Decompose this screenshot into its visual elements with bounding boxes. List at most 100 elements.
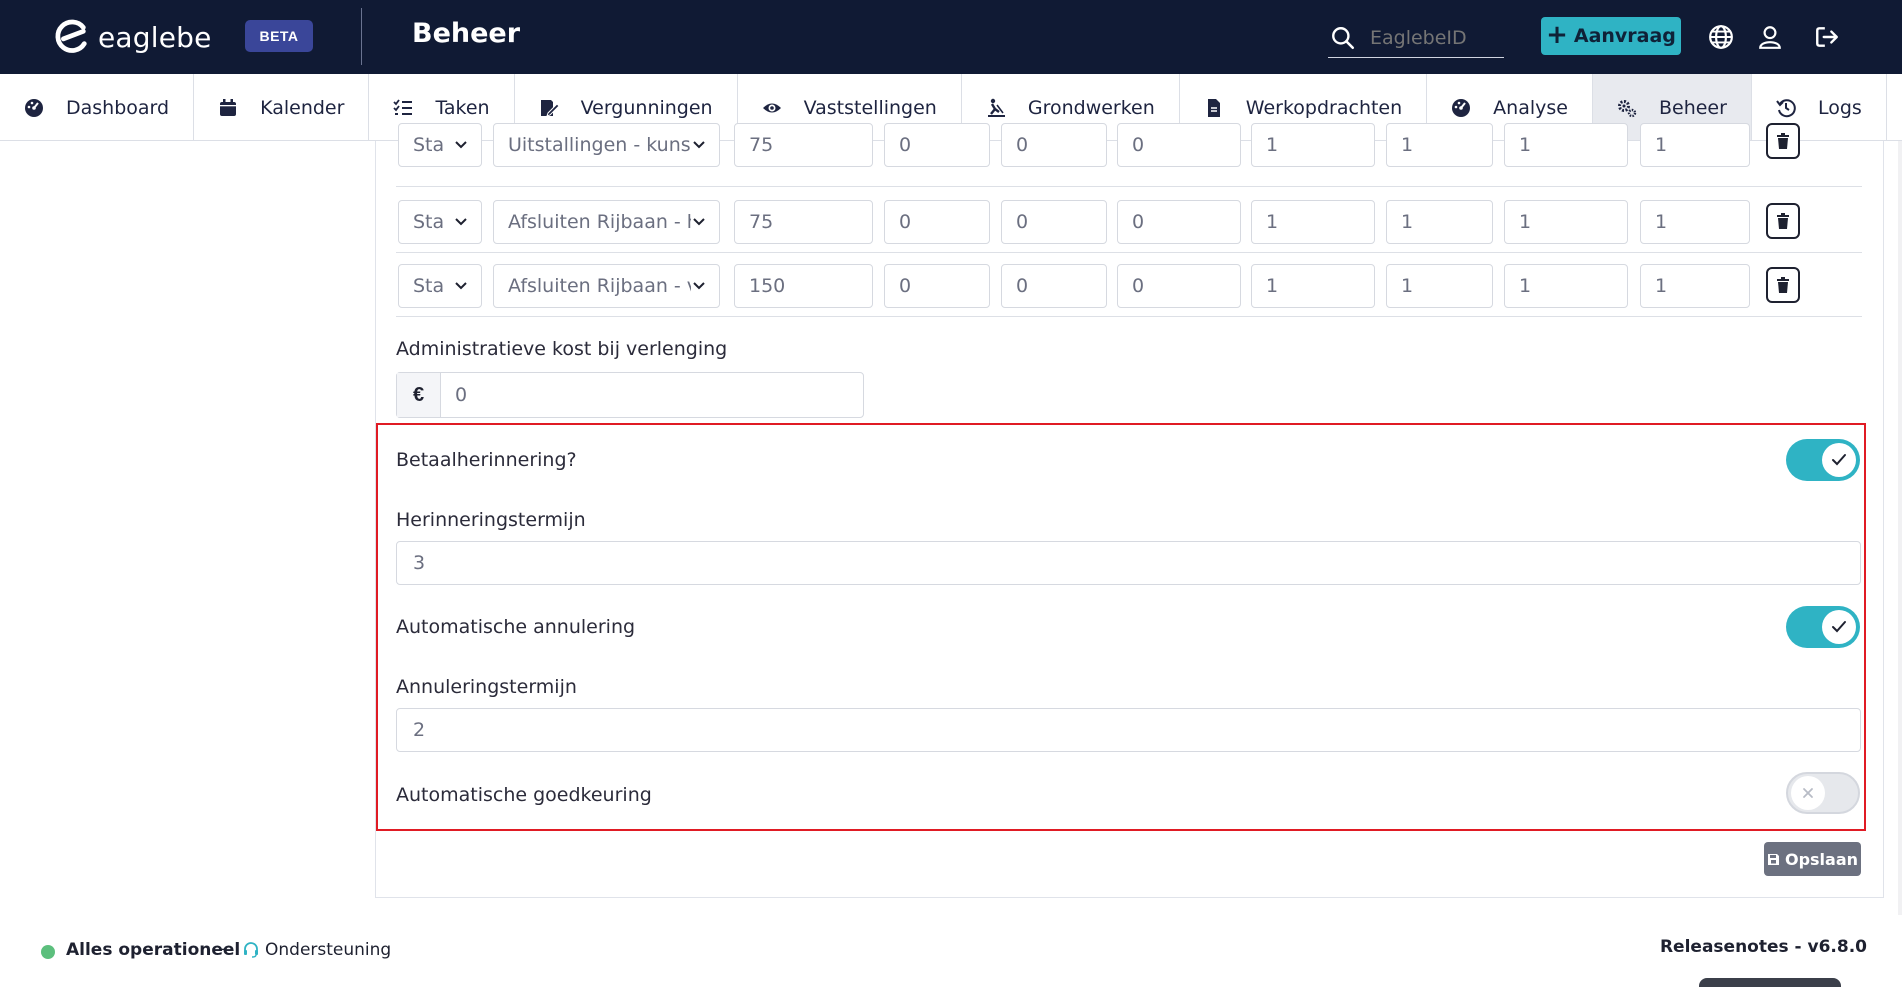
- tab-label: Taken: [435, 96, 490, 119]
- value-input[interactable]: 0: [1117, 123, 1241, 167]
- value-input[interactable]: 1: [1386, 200, 1493, 244]
- globe-icon[interactable]: [1708, 24, 1734, 50]
- value-input[interactable]: 1: [1640, 123, 1750, 167]
- trash-icon: [1777, 277, 1789, 293]
- value-input[interactable]: 1: [1251, 264, 1375, 308]
- value-input[interactable]: 0: [1001, 200, 1107, 244]
- delete-row-button[interactable]: [1766, 203, 1800, 239]
- value-input[interactable]: 1: [1504, 264, 1628, 308]
- type-select[interactable]: Sta: [398, 200, 482, 244]
- save-icon: [1767, 853, 1779, 865]
- value-input[interactable]: 1: [1640, 264, 1750, 308]
- support-label: Ondersteuning: [265, 940, 392, 960]
- tab-dashboard[interactable]: Dashboard: [0, 74, 195, 140]
- reminder-term-label: Herinneringstermijn: [396, 509, 586, 531]
- payment-reminder-toggle[interactable]: [1786, 439, 1860, 481]
- value-input[interactable]: 0: [1001, 264, 1107, 308]
- status-text: Alles operationeel: [66, 940, 241, 960]
- value-input[interactable]: 1: [1386, 264, 1493, 308]
- value-input[interactable]: 1: [1251, 123, 1375, 167]
- history-icon: [1776, 98, 1796, 117]
- value-input[interactable]: 1: [1504, 200, 1628, 244]
- digging-icon: [987, 98, 1005, 117]
- type-select[interactable]: Sta: [398, 264, 482, 308]
- logo-text: eaglebe: [98, 20, 212, 54]
- price-input[interactable]: 75: [734, 123, 873, 167]
- new-request-button[interactable]: + Aanvraag: [1541, 17, 1681, 55]
- chevron-down-icon: [455, 141, 467, 149]
- tab-label: Dashboard: [66, 96, 170, 119]
- admin-cost-input[interactable]: 0: [441, 373, 467, 417]
- save-label: Opslaan: [1784, 849, 1859, 869]
- auto-cancel-toggle[interactable]: [1786, 606, 1860, 648]
- value-input[interactable]: 1: [1386, 123, 1493, 167]
- auto-approve-label: Automatische goedkeuring: [396, 784, 652, 806]
- trash-icon: [1777, 133, 1789, 149]
- chevron-down-icon: [455, 218, 467, 226]
- gears-icon: [1617, 99, 1637, 117]
- footer-separator: -: [220, 939, 226, 958]
- value-input[interactable]: 0: [1117, 264, 1241, 308]
- value-input[interactable]: 0: [1117, 200, 1241, 244]
- plus-icon: +: [1546, 19, 1568, 50]
- value-input[interactable]: 0: [884, 200, 990, 244]
- value-input[interactable]: 1: [1251, 200, 1375, 244]
- toggle-knob: [1822, 610, 1856, 644]
- tab-label: Analyse: [1493, 96, 1568, 119]
- new-request-label: Aanvraag: [1573, 25, 1676, 47]
- delete-row-button[interactable]: [1766, 267, 1800, 303]
- tab-label: Vaststellingen: [803, 96, 937, 119]
- status-indicator: [41, 945, 55, 959]
- table-row: Sta Uitstallingen - kunst 75 0 0 0 1 1 1…: [396, 123, 1862, 187]
- name-select[interactable]: Afsluiten Rijbaan - h: [493, 200, 720, 244]
- user-icon[interactable]: [1757, 24, 1783, 50]
- footer-tab[interactable]: [1699, 978, 1841, 987]
- save-button[interactable]: Opslaan: [1764, 842, 1861, 876]
- auto-approve-toggle[interactable]: [1786, 772, 1860, 814]
- tab-label: Vergunningen: [580, 96, 713, 119]
- value-input[interactable]: 0: [884, 123, 990, 167]
- euro-icon: €: [397, 373, 441, 417]
- top-bar: eaglebe BETA Beheer + Aanvraag: [0, 0, 1902, 74]
- select-value: Sta: [413, 211, 445, 233]
- check-icon: [1832, 454, 1846, 466]
- price-input[interactable]: 75: [734, 200, 873, 244]
- toggle-knob: [1791, 776, 1825, 810]
- delete-row-button[interactable]: [1766, 123, 1800, 159]
- tab-label: Kalender: [260, 96, 345, 119]
- admin-cost-label: Administratieve kost bij verlenging: [396, 338, 728, 360]
- eaglebe-logo-icon: [55, 19, 87, 53]
- support-link[interactable]: Ondersteuning: [242, 940, 391, 960]
- value-input[interactable]: 1: [1504, 123, 1628, 167]
- logout-icon[interactable]: [1814, 24, 1840, 50]
- tab-label: Logs: [1817, 96, 1862, 119]
- scrollbar[interactable]: [1898, 141, 1902, 915]
- eye-icon: [762, 103, 781, 112]
- cancel-term-input[interactable]: 2: [396, 708, 1861, 752]
- calendar-icon: [220, 98, 237, 116]
- price-input[interactable]: 150: [734, 264, 873, 308]
- tasks-list-icon: [393, 98, 413, 115]
- release-notes-link[interactable]: Releasenotes - v6.8.0: [1660, 937, 1867, 957]
- tab-kalender[interactable]: Kalender: [194, 74, 370, 140]
- value-input[interactable]: 0: [884, 264, 990, 308]
- search-input[interactable]: [1370, 26, 1500, 49]
- eaglebe-logo[interactable]: eaglebe: [52, 18, 212, 56]
- cancel-term-label: Annuleringstermijn: [396, 676, 577, 698]
- payment-reminder-label: Betaalherinnering?: [396, 449, 577, 471]
- document-icon: [1207, 98, 1220, 117]
- value-input[interactable]: 0: [1001, 123, 1107, 167]
- analytics-gauge-icon: [1452, 98, 1471, 117]
- tab-label: Werkopdrachten: [1245, 96, 1403, 119]
- reminder-term-input[interactable]: 3: [396, 541, 1861, 585]
- name-select[interactable]: Uitstallingen - kunst: [493, 123, 720, 167]
- select-value: Sta: [413, 134, 445, 156]
- admin-cost-field[interactable]: € 0: [396, 372, 864, 418]
- headset-icon: [244, 942, 258, 958]
- type-select[interactable]: Sta: [398, 123, 482, 167]
- value-input[interactable]: 1: [1640, 200, 1750, 244]
- search-box[interactable]: [1328, 18, 1504, 58]
- tab-label: Beheer: [1658, 96, 1727, 119]
- name-select[interactable]: Afsluiten Rijbaan - v: [493, 264, 720, 308]
- page-title: Beheer: [412, 18, 521, 49]
